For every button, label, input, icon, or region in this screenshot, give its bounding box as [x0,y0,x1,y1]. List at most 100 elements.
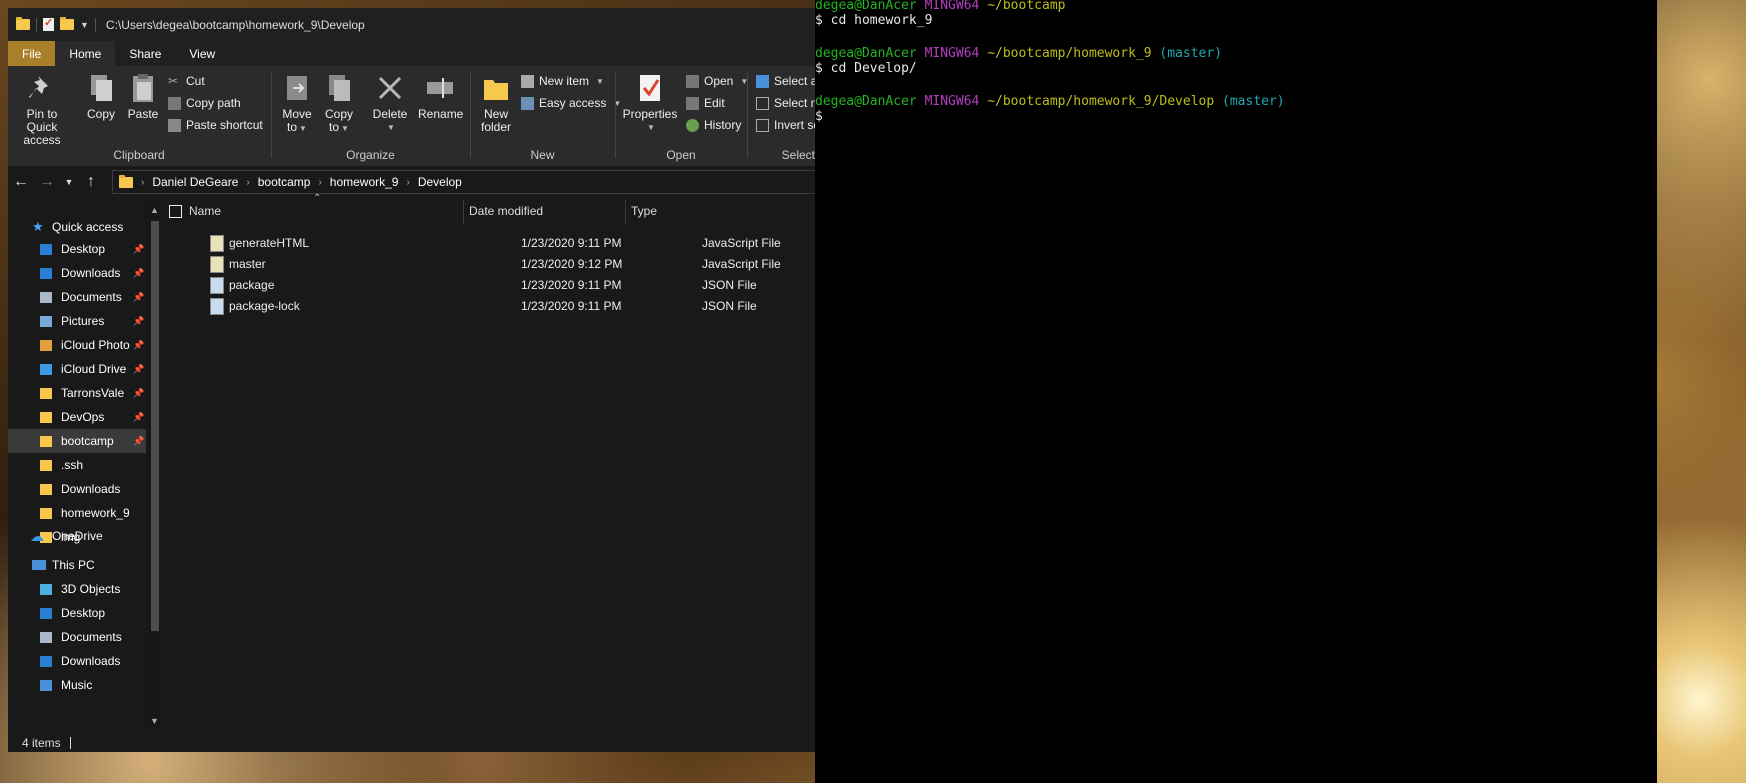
navigation-pane: ★ Quick access Desktop 📌 Downloads 📌 Documen… [8,203,146,728]
breadcrumb-item[interactable]: homework_9 [322,175,407,189]
sidebar-item[interactable]: Downloads [8,477,146,501]
select-all-checkbox[interactable] [169,198,182,224]
new-folder-icon[interactable] [60,17,74,30]
nav-onedrive[interactable]: ☁ OneDrive [8,524,146,548]
file-name: generateHTML [229,236,310,250]
rename-button[interactable]: Rename [418,72,463,121]
sidebar-item[interactable]: DevOps 📌 [8,405,146,429]
git-bash-terminal[interactable]: degea@DanAcer MINGW64 ~/bootcamp $ cd hom… [815,0,1657,783]
prompt-user: degea@DanAcer [815,94,917,109]
file-date: 1/23/2020 9:11 PM [521,236,622,250]
forward-arrow-icon[interactable]: → [34,173,60,191]
pin-to-quick-access-button[interactable]: Pin to Quick access [14,72,70,147]
item-count: 4 items [22,736,61,750]
folder-icon [40,459,52,471]
sidebar-item[interactable]: iCloud Photo 📌 [8,333,146,357]
sidebar-item[interactable]: Downloads 📌 [8,261,146,285]
copy-path-button[interactable]: Copy path [168,96,241,110]
file-date: 1/23/2020 9:11 PM [521,299,622,313]
sidebar-item[interactable]: Downloads [8,649,146,673]
sidebar-item[interactable]: TarronsVale 📌 [8,381,146,405]
file-row[interactable]: generateHTML 1/23/2020 9:11 PM JavaScript … [163,232,815,253]
folder-icon [40,507,52,519]
sidebar-item[interactable]: Documents [8,625,146,649]
column-date-modified[interactable]: Date modified [469,198,543,224]
prompt-path: ~/bootcamp [987,0,1066,13]
terminal-command: $ cd homework_9 [815,13,933,28]
customize-toolbar-dropdown-icon[interactable]: ▼ [80,20,89,30]
address-bar[interactable]: › Daniel DeGeare › bootcamp › homework_9… [112,170,815,194]
open-button[interactable]: Open ▼ [686,74,748,88]
column-type[interactable]: Type [631,198,657,224]
copy-to-button[interactable]: Copy to ▼ [322,72,356,135]
quick-access-toolbar: ▼ [8,16,96,32]
sidebar-item[interactable]: Music [8,673,146,697]
invert-selection-button[interactable]: Invert sele [756,118,815,132]
tab-view[interactable]: View [175,41,229,66]
library-icon [40,291,52,303]
terminal-command: $ cd Develop/ [815,61,917,76]
new-item-button[interactable]: New item ▼ [521,74,604,88]
library-icon [40,655,52,667]
properties-button[interactable]: Properties ▼ [622,72,678,134]
status-bar: 4 items [8,734,815,752]
file-row[interactable]: package 1/23/2020 9:11 PM JSON File [163,274,815,295]
pin-icon: 📌 [133,243,145,254]
copy-button[interactable]: Copy [84,72,118,121]
library-icon [40,679,52,691]
recent-locations-chevron-icon[interactable]: ▼ [60,177,78,187]
paste-shortcut-button[interactable]: Paste shortcut [168,118,263,132]
tab-share[interactable]: Share [115,41,175,66]
tab-file[interactable]: File [8,41,56,66]
sidebar-item[interactable]: .ssh [8,453,146,477]
sidebar-item[interactable]: bootcamp 📌 [8,429,146,453]
sidebar-item[interactable]: iCloud Drive 📌 [8,357,146,381]
library-icon [40,631,52,643]
column-name[interactable]: Name [189,198,221,224]
prompt-user: degea@DanAcer [815,46,917,61]
sidebar-item[interactable]: Documents 📌 [8,285,146,309]
sidebar-item[interactable]: Pictures 📌 [8,309,146,333]
breadcrumb-item[interactable]: bootcamp [250,175,319,189]
prompt-branch: (master) [1222,94,1285,109]
select-none-icon [756,96,769,110]
up-arrow-icon[interactable]: ↑ [78,173,104,191]
edit-button[interactable]: Edit [686,96,725,110]
move-to-icon [281,72,313,104]
sidebar-item[interactable]: homework_9 [8,501,146,525]
new-folder-button[interactable]: New folder [479,72,513,134]
scissors-icon: ✂ [168,73,179,88]
file-row[interactable]: master 1/23/2020 9:12 PM JavaScript File [163,253,815,274]
delete-button[interactable]: Delete ▼ [370,72,410,134]
delete-x-icon [374,72,406,104]
breadcrumb-item[interactable]: Develop [410,175,470,189]
sidebar-item[interactable]: Desktop 📌 [8,237,146,261]
paste-button[interactable]: Paste [126,72,160,121]
cut-button[interactable]: ✂ Cut [168,74,205,88]
sidebar-item[interactable]: 3D Objects [8,577,146,601]
scroll-up-icon[interactable]: ▲ [147,205,162,215]
scrollbar-thumb[interactable] [151,221,159,631]
nav-quick-access[interactable]: ★ Quick access [8,215,146,239]
scroll-down-icon[interactable]: ▼ [147,716,162,726]
nav-this-pc[interactable]: This PC [8,553,146,577]
file-row[interactable]: package-lock 1/23/2020 9:11 PM JSON File [163,295,815,316]
select-all-button[interactable]: Select all [756,74,815,88]
select-none-button[interactable]: Select no [756,96,815,110]
sidebar-item[interactable]: Desktop [8,601,146,625]
move-to-button[interactable]: Move to ▼ [280,72,314,135]
folder-icon [119,174,133,188]
file-date: 1/23/2020 9:11 PM [521,278,622,292]
back-arrow-icon[interactable]: ← [8,173,34,191]
easy-access-button[interactable]: Easy access ▼ [521,96,621,110]
file-type: JSON File [702,299,757,313]
tab-home[interactable]: Home [55,41,116,66]
paste-shortcut-icon [168,118,181,132]
breadcrumb-item[interactable]: Daniel DeGeare [144,175,246,189]
pin-icon: 📌 [133,411,145,422]
history-button[interactable]: History [686,118,741,132]
prompt-branch: (master) [1159,46,1223,61]
navigation-scrollbar[interactable]: ▲ ▼ [147,203,162,728]
library-icon [40,267,52,279]
properties-icon[interactable] [43,16,54,31]
